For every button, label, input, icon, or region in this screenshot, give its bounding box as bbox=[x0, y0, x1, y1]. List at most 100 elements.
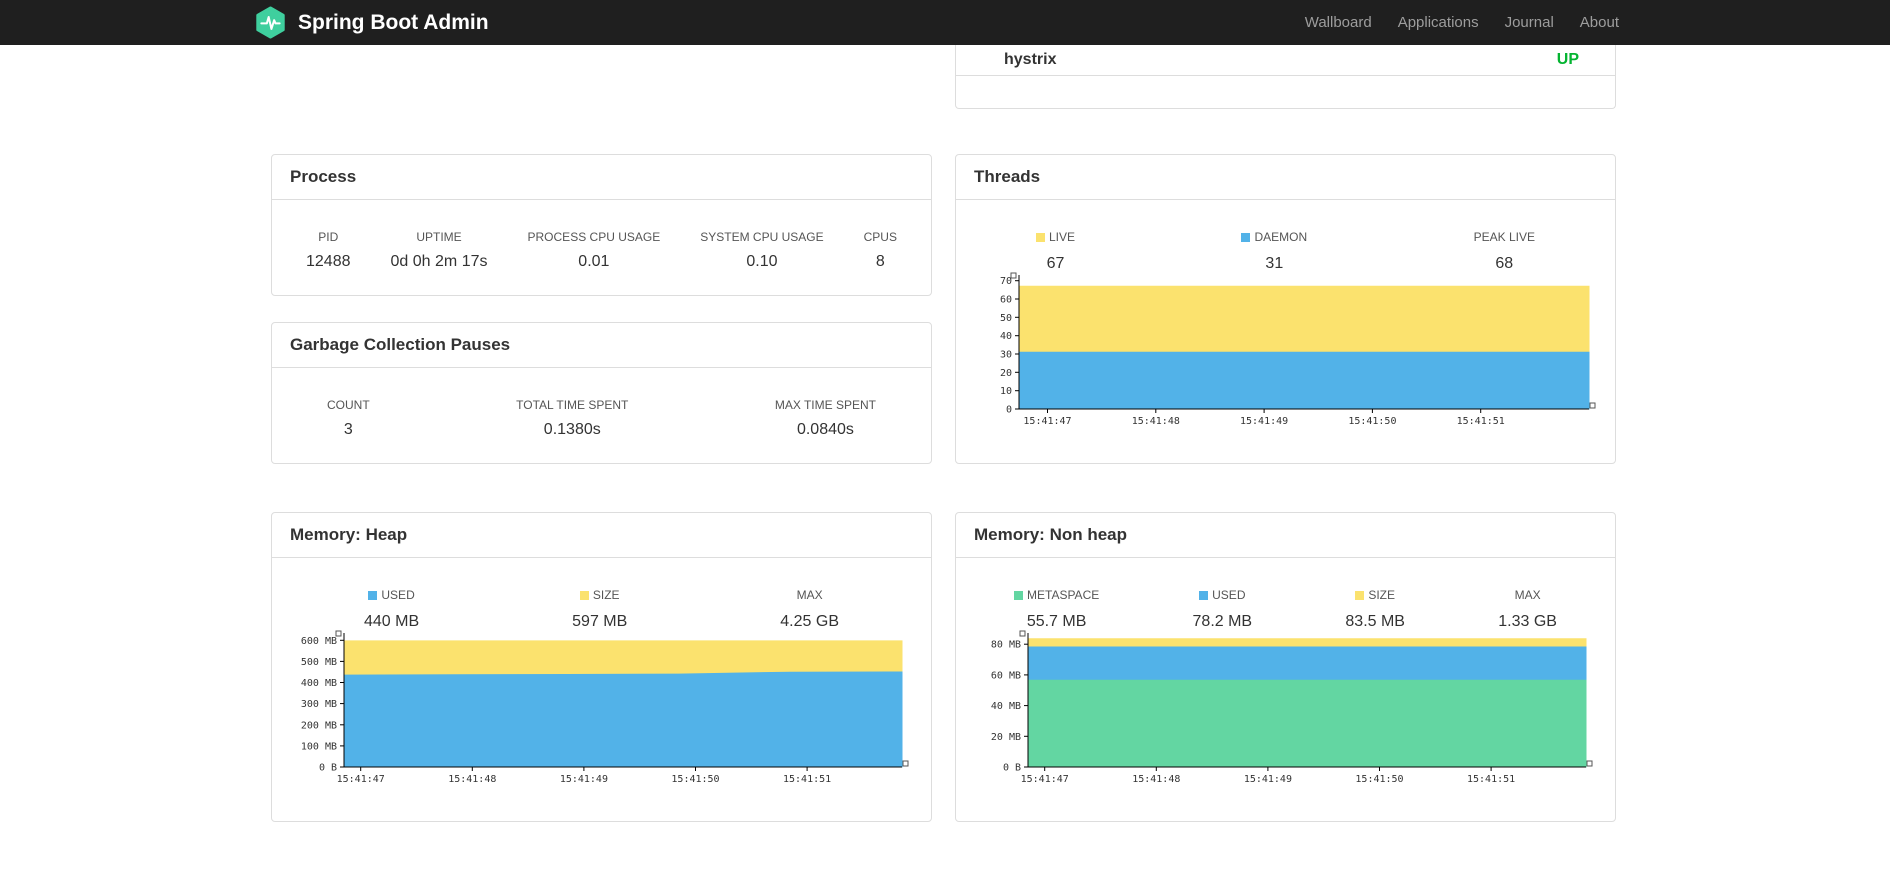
svg-text:600 MB: 600 MB bbox=[301, 636, 337, 647]
gc-metrics: COUNT 3 TOTAL TIME SPENT 0.1380s MAX TIM… bbox=[272, 368, 931, 439]
svg-text:15:41:47: 15:41:47 bbox=[337, 774, 385, 785]
svg-text:15:41:51: 15:41:51 bbox=[1457, 416, 1505, 427]
svg-text:30: 30 bbox=[1000, 350, 1012, 361]
svg-text:10: 10 bbox=[1000, 386, 1012, 397]
legend-item-daemon: DAEMON 31 bbox=[1241, 230, 1307, 273]
svg-text:15:41:48: 15:41:48 bbox=[1132, 416, 1180, 427]
legend-item-size: SIZE 597 MB bbox=[572, 588, 627, 631]
memory-heap-panel-title: Memory: Heap bbox=[272, 513, 931, 558]
health-details-panel: hystrix UP bbox=[955, 45, 1616, 109]
metric-value: 0.1380s bbox=[543, 421, 601, 438]
metric-label: COUNT bbox=[327, 398, 370, 412]
nav-item-applications[interactable]: Applications bbox=[1398, 14, 1479, 31]
metric-value: 3 bbox=[343, 421, 353, 438]
metric-value: 0.10 bbox=[746, 253, 778, 270]
svg-text:60 MB: 60 MB bbox=[991, 670, 1021, 681]
metric-label: PID bbox=[318, 230, 339, 244]
svg-text:60: 60 bbox=[1000, 295, 1012, 306]
svg-text:20: 20 bbox=[1000, 368, 1012, 379]
svg-text:15:41:49: 15:41:49 bbox=[560, 774, 608, 785]
svg-text:300 MB: 300 MB bbox=[301, 699, 337, 710]
svg-text:15:41:50: 15:41:50 bbox=[1355, 774, 1403, 785]
svg-text:15:41:50: 15:41:50 bbox=[1348, 416, 1396, 427]
svg-text:15:41:47: 15:41:47 bbox=[1023, 416, 1071, 427]
memory-nonheap-chart: 0 B 20 MB 40 MB 60 MB 80 MB 15:41:47 15:41:48 1… bbox=[972, 627, 1598, 794]
threads-chart: 0 10 20 30 40 50 60 70 15:41:47 15:41:48 15:41:49 1… bbox=[974, 269, 1601, 436]
metaspace-legend-swatch bbox=[1014, 591, 1023, 600]
svg-text:100 MB: 100 MB bbox=[301, 741, 337, 752]
metric-gc-count: COUNT 3 bbox=[327, 398, 370, 439]
legend-item-max: MAX 1.33 GB bbox=[1498, 588, 1557, 631]
legend-label: METASPACE bbox=[1027, 588, 1100, 602]
metric-pid: PID 12488 bbox=[306, 230, 351, 271]
process-panel: Process PID 12488 UPTIME 0d 0h 2m 17s PR… bbox=[271, 154, 932, 296]
used-legend-swatch bbox=[368, 591, 378, 600]
svg-text:15:41:51: 15:41:51 bbox=[1467, 774, 1515, 785]
nav-item-wallboard[interactable]: Wallboard bbox=[1305, 14, 1372, 31]
svg-text:400 MB: 400 MB bbox=[301, 678, 337, 689]
svg-text:15:41:47: 15:41:47 bbox=[1021, 774, 1069, 785]
svg-text:15:41:49: 15:41:49 bbox=[1240, 416, 1288, 427]
svg-text:0: 0 bbox=[1006, 405, 1012, 416]
legend-item-live: LIVE 67 bbox=[1036, 230, 1075, 273]
svg-text:500 MB: 500 MB bbox=[301, 657, 337, 668]
svg-text:15:41:51: 15:41:51 bbox=[783, 774, 831, 785]
legend-item-used: USED 78.2 MB bbox=[1193, 588, 1253, 631]
metric-label: PROCESS CPU USAGE bbox=[527, 230, 661, 244]
memory-nonheap-panel: Memory: Non heap METASPACE 55.7 MB USED … bbox=[955, 512, 1616, 822]
live-legend-swatch bbox=[1036, 233, 1045, 242]
svg-text:40: 40 bbox=[1000, 331, 1012, 342]
metric-cpus: CPUS 8 bbox=[864, 230, 897, 271]
legend-label: MAX bbox=[796, 588, 823, 602]
metric-value: 0.01 bbox=[578, 253, 610, 270]
spring-boot-admin-logo-icon bbox=[256, 6, 285, 39]
legend-item-peak-live: PEAK LIVE 68 bbox=[1474, 230, 1535, 273]
heap-legend: USED 440 MB SIZE 597 MB MAX 4.25 GB bbox=[272, 558, 931, 631]
brand-title: Spring Boot Admin bbox=[298, 10, 489, 34]
daemon-legend-swatch bbox=[1241, 233, 1251, 242]
nav-item-journal[interactable]: Journal bbox=[1505, 14, 1554, 31]
brand-link[interactable]: Spring Boot Admin bbox=[254, 6, 489, 39]
process-metrics: PID 12488 UPTIME 0d 0h 2m 17s PROCESS CP… bbox=[272, 200, 931, 271]
process-panel-title: Process bbox=[272, 155, 931, 200]
svg-text:0 B: 0 B bbox=[1003, 763, 1021, 774]
metric-label: CPUS bbox=[863, 230, 897, 244]
threads-chart-svg: 0 10 20 30 40 50 60 70 15:41:47 15:41:48 15:41:49 1… bbox=[1000, 272, 1596, 427]
used-legend-swatch bbox=[1199, 591, 1209, 600]
nonheap-chart-svg: 0 B 20 MB 40 MB 60 MB 80 MB 15:41:47 15:41:48 1… bbox=[991, 630, 1593, 785]
metric-gc-max-time: MAX TIME SPENT 0.0840s bbox=[775, 398, 876, 439]
size-legend-swatch bbox=[579, 591, 589, 600]
navbar-inner: Spring Boot Admin Wallboard Applications… bbox=[0, 0, 1890, 45]
legend-label: PEAK LIVE bbox=[1473, 230, 1535, 244]
metric-label: MAX TIME SPENT bbox=[774, 398, 876, 412]
legend-item-used: USED 440 MB bbox=[364, 588, 419, 631]
legend-item-size: SIZE 83.5 MB bbox=[1345, 588, 1405, 631]
metric-uptime: UPTIME 0d 0h 2m 17s bbox=[391, 230, 488, 271]
svg-text:15:41:50: 15:41:50 bbox=[671, 774, 719, 785]
svg-text:70: 70 bbox=[1000, 276, 1012, 287]
metric-system-cpu-usage: SYSTEM CPU USAGE 0.10 bbox=[700, 230, 823, 271]
legend-label: DAEMON bbox=[1254, 230, 1308, 244]
navbar-links: Wallboard Applications Journal About bbox=[1305, 14, 1619, 31]
metric-process-cpu-usage: PROCESS CPU USAGE 0.01 bbox=[528, 230, 661, 271]
legend-label: USED bbox=[1212, 588, 1246, 602]
memory-heap-panel: Memory: Heap USED 440 MB SIZE 597 MB MAX… bbox=[271, 512, 932, 822]
nonheap-legend: METASPACE 55.7 MB USED 78.2 MB SIZE 83.5… bbox=[956, 558, 1615, 631]
threads-legend: LIVE 67 DAEMON 31 PEAK LIVE 68 bbox=[956, 200, 1615, 273]
legend-label: SIZE bbox=[1368, 588, 1396, 602]
svg-text:15:41:49: 15:41:49 bbox=[1244, 774, 1292, 785]
legend-item-max: MAX 4.25 GB bbox=[780, 588, 839, 631]
svg-text:15:41:48: 15:41:48 bbox=[1132, 774, 1180, 785]
svg-text:15:41:48: 15:41:48 bbox=[448, 774, 496, 785]
svg-text:40 MB: 40 MB bbox=[991, 701, 1021, 712]
svg-text:80 MB: 80 MB bbox=[991, 640, 1021, 651]
metric-value: 0d 0h 2m 17s bbox=[390, 253, 488, 270]
legend-item-metaspace: METASPACE 55.7 MB bbox=[1014, 588, 1099, 631]
svg-text:20 MB: 20 MB bbox=[991, 732, 1021, 743]
nav-item-about[interactable]: About bbox=[1580, 14, 1619, 31]
gc-panel-title: Garbage Collection Pauses bbox=[272, 323, 931, 368]
health-row-hystrix: hystrix UP bbox=[956, 45, 1615, 76]
metric-value: 0.0840s bbox=[796, 421, 854, 438]
svg-text:200 MB: 200 MB bbox=[301, 720, 337, 731]
metric-label: UPTIME bbox=[416, 230, 462, 244]
